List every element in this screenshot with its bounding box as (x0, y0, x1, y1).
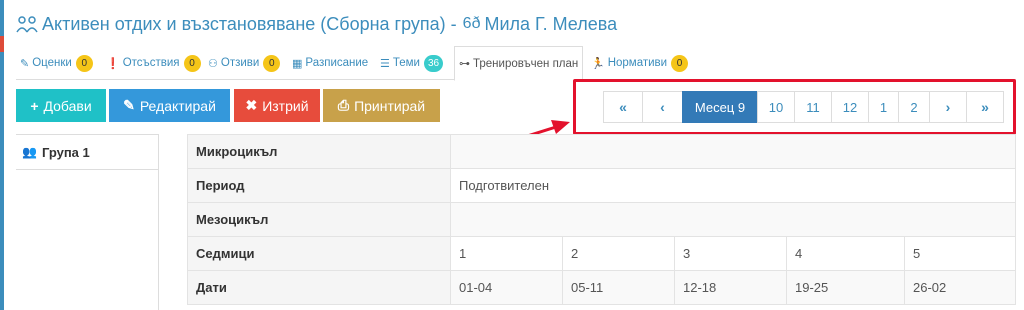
row-label-period: Период (187, 168, 451, 203)
table-row: Период Подготвителен (187, 168, 1016, 203)
row-label-microcycle: Микроцикъл (187, 134, 451, 169)
plus-icon: + (30, 97, 39, 114)
left-accent-strip (0, 0, 4, 310)
course-title: Активен отдих и възстановяване (Сборна г… (42, 13, 457, 34)
pencil-icon: ✎ (20, 57, 30, 70)
page-item[interactable]: 11 (794, 91, 832, 123)
close-icon: ✖ (245, 97, 258, 113)
delete-button[interactable]: ✖ Изтрий (234, 89, 320, 122)
tab-training-plan[interactable]: ⊶ Тренировъчен план (454, 46, 584, 81)
tab-label: Оценки (32, 57, 72, 69)
group-users-icon (16, 16, 38, 33)
page-title: Активен отдих и възстановяване (Сборна г… (16, 12, 617, 36)
running-icon: 🏃 (591, 57, 605, 70)
table-cell: 3 (674, 236, 787, 271)
add-button-label: Добави (43, 97, 92, 114)
tab-reviews[interactable]: ⚇ Отзиви 0 (208, 46, 281, 80)
users-icon: 👥 (22, 145, 37, 159)
print-icon: ⎙ (337, 97, 350, 113)
absences-count-badge: 0 (183, 54, 201, 72)
table-cell: 2 (562, 236, 675, 271)
month-pagination: « ‹ Месец 9 10 11 12 1 2 › » (603, 91, 1004, 123)
edit-button-label: Редактирай (139, 97, 216, 114)
exclamation-circle-icon: ❗ (106, 57, 120, 70)
table-icon: ▦ (292, 57, 303, 70)
table-row: Мезоцикъл (187, 202, 1016, 237)
tab-absences[interactable]: ❗ Отсъствия 0 (106, 46, 201, 80)
dumbbell-icon: ⊶ (459, 58, 470, 70)
tab-label: Разписание (305, 57, 369, 69)
left-accent-segment (0, 36, 4, 52)
edit-button[interactable]: ✎ Редактирай (109, 89, 230, 122)
page-item[interactable]: 2 (898, 91, 930, 123)
reviews-count-badge: 0 (263, 54, 281, 72)
table-cell (450, 202, 1016, 237)
norms-count-badge: 0 (671, 54, 689, 72)
table-cell: 26-02 (904, 270, 1016, 305)
group-list-item[interactable]: 👥 Група 1 (16, 134, 158, 170)
delete-button-label: Изтрий (262, 97, 309, 114)
tab-schedule[interactable]: ▦ Разписание (292, 46, 368, 80)
table-cell: 05-11 (562, 270, 675, 305)
tab-label: Отзиви (220, 57, 260, 69)
table-cell: 12-18 (674, 270, 787, 305)
table-row: Дати 01-04 05-11 12-18 19-25 26-02 (187, 270, 1016, 305)
page-item[interactable]: 10 (757, 91, 795, 123)
table-row: Микроцикъл (187, 134, 1016, 169)
table-row: Седмици 1 2 3 4 5 (187, 236, 1016, 271)
grades-count-badge: 0 (75, 54, 93, 72)
current-month-page[interactable]: Месец 9 (682, 91, 758, 123)
row-label-weeks: Седмици (187, 236, 451, 271)
tab-label: Нормативи (607, 57, 668, 69)
tab-topics[interactable]: ☰ Теми 36 (380, 46, 444, 80)
group-label: Група 1 (41, 144, 90, 160)
training-plan-table: Микроцикъл Период Подготвителен Мезоцикъ… (187, 134, 1016, 305)
tab-label: Тренировъчен план (473, 57, 579, 70)
table-cell: 1 (450, 236, 563, 271)
page-item[interactable]: 12 (831, 91, 869, 123)
teacher-name: Мила Г. Мелева (484, 13, 618, 34)
add-button[interactable]: + Добави (16, 89, 106, 122)
tab-norms[interactable]: 🏃 Нормативи 0 (591, 46, 689, 80)
tab-grades[interactable]: ✎ Оценки 0 (20, 46, 93, 80)
row-label-mesocycle: Мезоцикъл (187, 202, 451, 237)
page-item[interactable]: 1 (868, 91, 899, 123)
tab-label: Теми (392, 57, 420, 69)
table-cell: 4 (786, 236, 905, 271)
table-cell: 5 (904, 236, 1016, 271)
print-button-label: Принтирай (354, 97, 426, 114)
teacher-glasses-icon: 6ð (462, 15, 481, 32)
tab-label: Отсъствия (122, 57, 180, 69)
print-button[interactable]: ⎙ Принтирай (323, 89, 440, 122)
next-page-button[interactable]: › (929, 91, 967, 123)
table-cell: 19-25 (786, 270, 905, 305)
table-cell: Подготвителен (450, 168, 1016, 203)
user-comment-icon: ⚇ (208, 57, 218, 70)
edit-icon: ✎ (123, 97, 135, 113)
topics-count-badge: 36 (423, 54, 444, 72)
group-panel-divider (158, 134, 159, 310)
tab-bar: ✎ Оценки 0 ❗ Отсъствия 0 ⚇ Отзиви 0 ▦ Ра… (16, 46, 1016, 81)
table-cell: 01-04 (450, 270, 563, 305)
last-page-button[interactable]: » (966, 91, 1004, 123)
row-label-dates: Дати (187, 270, 451, 305)
prev-page-button[interactable]: ‹ (642, 91, 683, 123)
list-icon: ☰ (380, 57, 390, 70)
table-cell (450, 134, 1016, 169)
first-page-button[interactable]: « (603, 91, 643, 123)
